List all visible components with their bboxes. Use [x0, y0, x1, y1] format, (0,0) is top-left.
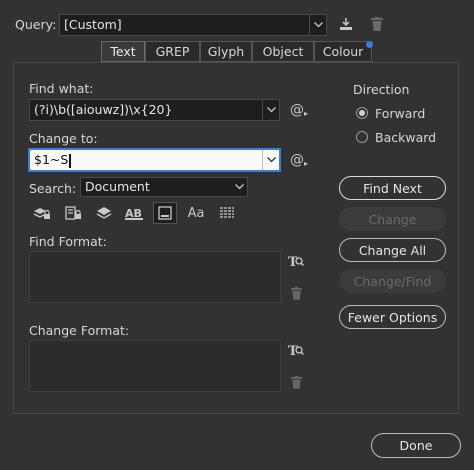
specify-attributes-icon[interactable]: T — [287, 252, 305, 270]
save-query-icon[interactable] — [337, 15, 355, 33]
change-find-button[interactable]: Change/Find — [339, 269, 446, 293]
special-characters-icon[interactable]: @ ▸ — [289, 101, 309, 119]
done-button[interactable]: Done — [371, 433, 461, 458]
lock-stories-icon[interactable] — [62, 203, 84, 223]
query-label: Query: — [15, 17, 57, 32]
clear-attributes-icon — [288, 285, 304, 301]
change-format-label: Change Format: — [29, 323, 130, 338]
lock-layers-icon[interactable] — [31, 203, 53, 223]
chevron-down-icon[interactable] — [262, 150, 279, 170]
query-select[interactable]: [Custom] — [59, 14, 327, 36]
fewer-options-button[interactable]: Fewer Options — [339, 305, 446, 329]
find-next-button[interactable]: Find Next — [339, 176, 446, 200]
tab-colour[interactable]: Colour — [314, 41, 372, 62]
case-sensitive-icon[interactable]: Aa — [185, 203, 207, 223]
tab-grep[interactable]: GREP — [145, 41, 200, 62]
tab-glyph[interactable]: Glyph — [200, 41, 252, 62]
direction-backward-label[interactable]: Backward — [375, 130, 436, 145]
direction-forward-radio[interactable] — [356, 107, 368, 119]
change-button[interactable]: Change — [339, 207, 446, 231]
tab-object[interactable]: Object — [252, 41, 314, 62]
include-master-pages-icon[interactable]: AB — [123, 203, 145, 223]
text-cursor — [69, 153, 72, 168]
find-format-box[interactable] — [29, 251, 281, 303]
include-hidden-layers-icon[interactable] — [93, 203, 115, 223]
change-to-value: $1~S — [34, 152, 69, 167]
find-format-label: Find Format: — [29, 234, 107, 249]
search-label: Search: — [29, 181, 77, 196]
change-all-button[interactable]: Change All — [339, 238, 446, 262]
clear-attributes-icon — [288, 374, 304, 390]
direction-forward-label[interactable]: Forward — [375, 106, 425, 121]
specify-attributes-icon[interactable]: T — [287, 341, 305, 359]
search-value: Document — [85, 179, 150, 194]
find-what-input[interactable]: (?i)\b([aiouwz])\x{20} — [29, 99, 280, 121]
include-footnotes-icon[interactable] — [153, 202, 177, 224]
find-what-value: (?i)\b([aiouwz])\x{20} — [34, 102, 173, 117]
search-select[interactable]: Document — [80, 177, 248, 197]
chevron-down-icon[interactable] — [262, 100, 279, 120]
query-value: [Custom] — [64, 17, 122, 32]
notification-dot — [366, 41, 373, 48]
delete-query-icon — [368, 15, 386, 33]
tab-text[interactable]: Text — [101, 41, 145, 62]
whole-word-icon[interactable] — [216, 203, 238, 223]
chevron-down-icon — [309, 15, 326, 35]
change-to-label: Change to: — [29, 131, 98, 146]
find-what-label: Find what: — [29, 81, 94, 96]
change-to-input[interactable]: $1~S — [29, 149, 280, 171]
chevron-down-icon — [231, 178, 247, 196]
change-format-box[interactable] — [29, 340, 281, 392]
direction-title: Direction — [353, 82, 410, 97]
direction-backward-radio[interactable] — [356, 131, 368, 143]
special-characters-icon[interactable]: @ ▸ — [289, 151, 309, 169]
